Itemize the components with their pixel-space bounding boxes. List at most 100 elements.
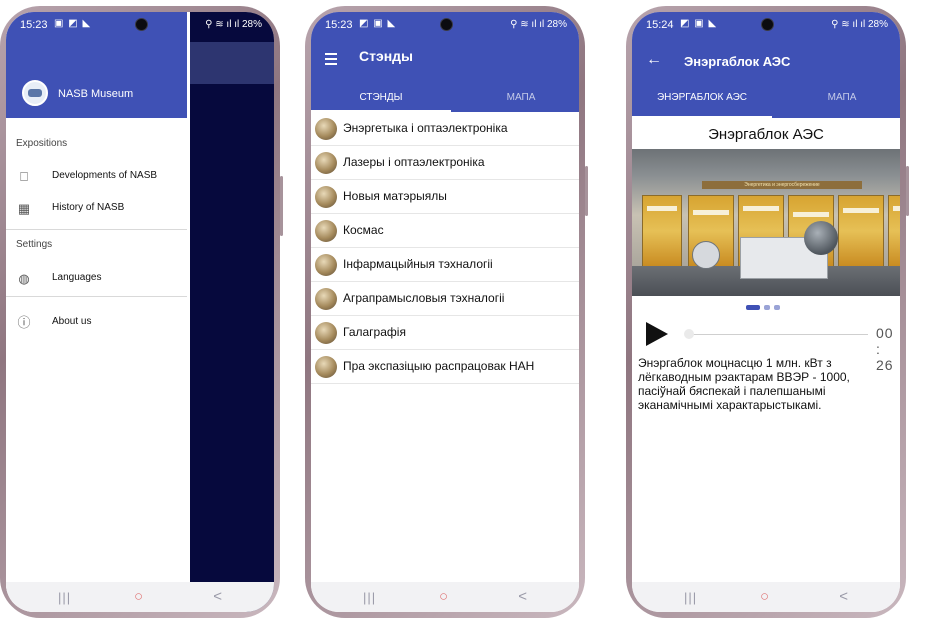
notification-icons: ◩ ▣ ◣ bbox=[359, 18, 397, 29]
carousel-dot[interactable] bbox=[774, 305, 780, 310]
photo-panel bbox=[642, 195, 682, 267]
screen: NASB Museum Expositions ⎕ Developments o… bbox=[6, 12, 274, 612]
drawer-item-developments[interactable]: ⎕ Developments of NASB bbox=[6, 163, 187, 191]
back-button[interactable]: < bbox=[518, 588, 527, 605]
info-icon: ⓘ bbox=[17, 315, 31, 330]
tab-map[interactable]: МАПА bbox=[772, 84, 900, 112]
stand-photo[interactable]: Энергетика и энергосбережение bbox=[632, 149, 900, 296]
status-bar: 15:24 ◩ ▣ ◣ ⚲ ≋ ıl ıl 28% bbox=[632, 12, 900, 36]
navigation-drawer: NASB Museum Expositions ⎕ Developments o… bbox=[6, 12, 187, 612]
front-camera bbox=[761, 18, 774, 31]
screen: Стэнды СТЭНДЫ МАПА Энэргетыка і оптаэлек… bbox=[311, 12, 579, 612]
play-icon[interactable] bbox=[646, 322, 668, 346]
list-item[interactable]: Космас bbox=[311, 214, 579, 248]
system-navbar: ||| ○ < bbox=[632, 582, 900, 612]
drawer-item-label: Developments of NASB bbox=[52, 170, 158, 181]
photo-panel bbox=[888, 195, 900, 267]
phone-stands: Стэнды СТЭНДЫ МАПА Энэргетыка і оптаэлек… bbox=[305, 6, 588, 618]
app-name: NASB Museum bbox=[58, 88, 134, 100]
system-navbar: ||| ○ < bbox=[311, 582, 579, 612]
stand-description: Энэргаблок моцнасцю 1 млн. кВт з лёгкаво… bbox=[638, 356, 850, 412]
stand-thumbnail-icon bbox=[315, 288, 337, 310]
tab-power-unit[interactable]: ЭНЭРГАБЛОК АЭС bbox=[632, 84, 772, 112]
drawer-item-languages[interactable]: ◍ Languages bbox=[6, 265, 187, 293]
phone-drawer: NASB Museum Expositions ⎕ Developments o… bbox=[0, 6, 283, 618]
photo-banner: Энергетика и энергосбережение bbox=[702, 181, 862, 189]
list-item-label: Энэргетыка і оптаэлектроніка bbox=[343, 121, 508, 135]
drawer-item-label: About us bbox=[52, 316, 92, 327]
drawer-item-label: Languages bbox=[52, 272, 102, 283]
list-item-label: Інфармацыйныя тэхналогіі bbox=[343, 257, 493, 271]
phone-stand-detail: ← Энэргаблок АЭС ЭНЭРГАБЛОК АЭС МАПА Энэ… bbox=[626, 6, 909, 618]
list-item-label: Аграпрамысловыя тэхналогіі bbox=[343, 291, 505, 305]
drawer-scrim[interactable] bbox=[190, 12, 274, 612]
home-button[interactable]: ○ bbox=[134, 588, 143, 605]
audio-seekbar[interactable] bbox=[688, 334, 868, 335]
status-right: ⚲ ≋ ıl ıl 28% bbox=[831, 19, 888, 30]
seekbar-thumb[interactable] bbox=[684, 329, 694, 339]
photo-exhibit bbox=[804, 221, 838, 255]
list-item[interactable]: Пра экспазіцыю распрацовак НАН bbox=[311, 350, 579, 384]
drawer-item-about[interactable]: ⓘ About us bbox=[6, 309, 187, 337]
list-item[interactable]: Інфармацыйныя тэхналогіі bbox=[311, 248, 579, 282]
carousel-indicator bbox=[746, 305, 786, 311]
list-item[interactable]: Новыя матэрыялы bbox=[311, 180, 579, 214]
signal-icons: ⚲ ≋ ıl ıl bbox=[831, 19, 866, 30]
list-item[interactable]: Энэргетыка і оптаэлектроніка bbox=[311, 112, 579, 146]
list-item-label: Лазеры і оптаэлектроніка bbox=[343, 155, 485, 169]
menu-icon[interactable] bbox=[325, 53, 337, 68]
front-camera bbox=[135, 18, 148, 31]
list-item[interactable]: Галаграфія bbox=[311, 316, 579, 350]
tab-stands[interactable]: СТЭНДЫ bbox=[311, 84, 451, 112]
list-item-label: Новыя матэрыялы bbox=[343, 189, 447, 203]
side-button bbox=[280, 176, 283, 236]
screen: ← Энэргаблок АЭС ЭНЭРГАБЛОК АЭС МАПА Энэ… bbox=[632, 12, 900, 612]
battery-level: 28% bbox=[546, 19, 567, 30]
home-button[interactable]: ○ bbox=[760, 588, 769, 605]
list-item[interactable]: Лазеры і оптаэлектроніка bbox=[311, 146, 579, 180]
section-title-expositions: Expositions bbox=[16, 138, 68, 149]
list-item-label: Космас bbox=[343, 223, 384, 237]
list-item-label: Пра экспазіцыю распрацовак НАН bbox=[343, 359, 535, 373]
recent-apps-button[interactable]: ||| bbox=[58, 590, 71, 605]
signal-icons: ⚲ ≋ ıl ıl bbox=[510, 19, 545, 30]
bookmark-icon: ⎕ bbox=[20, 169, 28, 184]
battery-level: 28% bbox=[867, 19, 888, 30]
scrim-toolbar bbox=[190, 42, 274, 84]
divider bbox=[6, 229, 187, 230]
app-logo-icon bbox=[22, 80, 48, 106]
list-item-label: Галаграфія bbox=[343, 325, 406, 339]
status-time: 15:24 bbox=[646, 19, 674, 31]
stand-thumbnail-icon bbox=[315, 152, 337, 174]
carousel-dot[interactable] bbox=[764, 305, 770, 310]
home-button[interactable]: ○ bbox=[439, 588, 448, 605]
status-bar: 15:23 ◩ ▣ ◣ ⚲ ≋ ıl ıl 28% bbox=[311, 12, 579, 36]
stand-thumbnail-icon bbox=[315, 254, 337, 276]
status-right: ⚲ ≋ ıl ıl 28% bbox=[510, 19, 567, 30]
drawer-item-history[interactable]: ▦ History of NASB bbox=[6, 195, 187, 223]
stand-thumbnail-icon bbox=[315, 118, 337, 140]
stand-thumbnail-icon bbox=[315, 356, 337, 378]
side-button bbox=[585, 166, 588, 216]
carousel-dot[interactable] bbox=[746, 305, 760, 310]
photo-exhibit bbox=[692, 241, 720, 269]
notification-icons: ◩ ▣ ◣ bbox=[680, 18, 718, 29]
status-right: ⚲ ≋ ıl ıl 28% bbox=[205, 19, 262, 30]
stand-thumbnail-icon bbox=[315, 186, 337, 208]
list-item[interactable]: Аграпрамысловыя тэхналогіі bbox=[311, 282, 579, 316]
stand-thumbnail-icon bbox=[315, 220, 337, 242]
tab-map[interactable]: МАПА bbox=[451, 84, 579, 112]
divider bbox=[6, 296, 187, 297]
back-button[interactable]: < bbox=[839, 588, 848, 605]
front-camera bbox=[440, 18, 453, 31]
status-time: 15:23 bbox=[20, 19, 48, 31]
recent-apps-button[interactable]: ||| bbox=[684, 590, 697, 605]
page-title: Стэнды bbox=[359, 48, 413, 64]
back-button[interactable]: < bbox=[213, 588, 222, 605]
globe-icon: ◍ bbox=[18, 271, 30, 286]
side-button bbox=[906, 166, 909, 216]
recent-apps-button[interactable]: ||| bbox=[363, 590, 376, 605]
section-title-settings: Settings bbox=[16, 239, 53, 250]
back-arrow-icon[interactable]: ← bbox=[646, 51, 662, 69]
stands-list: Энэргетыка і оптаэлектроніка Лазеры і опт… bbox=[311, 112, 579, 384]
